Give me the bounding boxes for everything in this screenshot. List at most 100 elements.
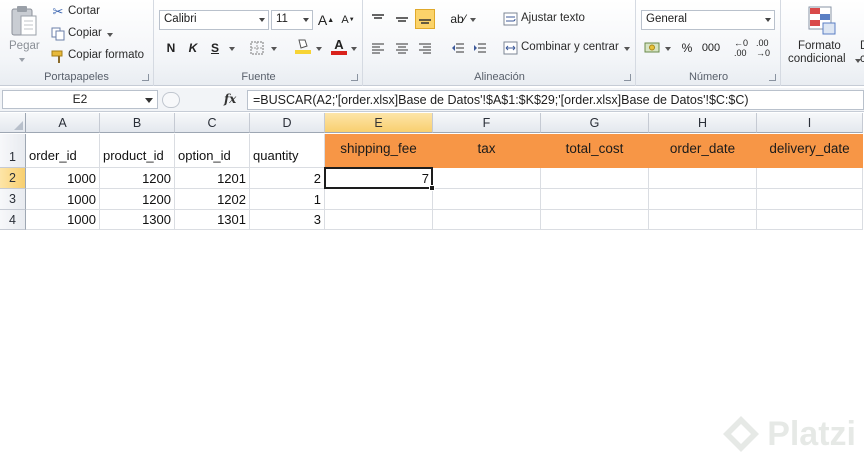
grow-font-icon[interactable]: A ▲: [316, 10, 336, 30]
header-cell-order-date[interactable]: order_date: [649, 134, 757, 168]
column-header-e[interactable]: E: [325, 113, 433, 133]
row-header-3[interactable]: 3: [0, 189, 26, 210]
column-header-g[interactable]: G: [541, 113, 649, 133]
fill-color-dropdown-icon[interactable]: [316, 47, 322, 51]
align-top-icon[interactable]: [368, 9, 388, 29]
cell-c4[interactable]: 1301: [175, 210, 250, 230]
paste-button[interactable]: Pegar: [9, 40, 40, 52]
font-size-select[interactable]: 11: [271, 10, 313, 30]
font-launcher-icon[interactable]: [351, 74, 358, 81]
fill-handle[interactable]: [429, 185, 435, 191]
column-header-f[interactable]: F: [433, 113, 541, 133]
fill-color-icon[interactable]: [293, 36, 313, 56]
row-header-1[interactable]: 1: [0, 134, 26, 168]
cell-h2[interactable]: [649, 168, 757, 189]
row-header-2[interactable]: 2: [0, 168, 26, 189]
column-header-a[interactable]: A: [26, 113, 100, 133]
splitter-handle[interactable]: [162, 92, 180, 108]
decrease-decimal-icon[interactable]: .00 →0: [753, 38, 773, 58]
cell-d3[interactable]: 1: [250, 189, 325, 210]
orientation-icon[interactable]: ab⁄: [448, 9, 468, 29]
font-color-icon[interactable]: A: [329, 36, 349, 56]
cell-h4[interactable]: [649, 210, 757, 230]
underline-button[interactable]: S: [205, 38, 225, 58]
alignment-launcher-icon[interactable]: [624, 74, 631, 81]
header-cell-delivery-date[interactable]: delivery_date: [757, 134, 863, 168]
cell-f3[interactable]: [433, 189, 541, 210]
cell-g2[interactable]: [541, 168, 649, 189]
orientation-dropdown-icon[interactable]: [470, 18, 476, 22]
copy-button[interactable]: Copiar: [68, 27, 102, 39]
borders-dropdown-icon[interactable]: [271, 47, 277, 51]
italic-button[interactable]: K: [183, 38, 203, 58]
conditional-format-label-1[interactable]: Formato: [798, 40, 841, 52]
number-format-select[interactable]: General: [641, 10, 775, 30]
thousands-button[interactable]: 000: [699, 38, 723, 58]
decrease-indent-icon[interactable]: [448, 38, 468, 58]
merge-center-button[interactable]: Combinar y centrar: [521, 41, 619, 53]
align-bottom-icon[interactable]: [415, 9, 435, 29]
column-header-i[interactable]: I: [757, 113, 863, 133]
cell-i3[interactable]: [757, 189, 863, 210]
align-center-icon[interactable]: [392, 38, 412, 58]
currency-dropdown-icon[interactable]: [665, 47, 671, 51]
formula-input[interactable]: =BUSCAR(A2;'[order.xlsx]Base de Datos'!$…: [247, 90, 864, 110]
increase-indent-icon[interactable]: [470, 38, 490, 58]
wrap-text-button[interactable]: Ajustar texto: [521, 12, 585, 24]
header-cell-order-id[interactable]: order_id: [26, 134, 100, 168]
cell-f4[interactable]: [433, 210, 541, 230]
format-painter-button[interactable]: Copiar formato: [68, 49, 144, 61]
format-as-table-label-cut-2[interactable]: c: [860, 53, 864, 65]
header-cell-total-cost[interactable]: total_cost: [541, 134, 649, 168]
column-header-b[interactable]: B: [100, 113, 175, 133]
align-left-icon[interactable]: [368, 38, 388, 58]
clipboard-launcher-icon[interactable]: [142, 74, 149, 81]
font-name-select[interactable]: Calibri: [159, 10, 269, 30]
cell-h3[interactable]: [649, 189, 757, 210]
cell-c2[interactable]: 1201: [175, 168, 250, 189]
cell-f2[interactable]: [433, 168, 541, 189]
underline-dropdown-icon[interactable]: [229, 47, 235, 51]
copy-dropdown-icon[interactable]: [107, 33, 113, 37]
column-header-h[interactable]: H: [649, 113, 757, 133]
cell-d4[interactable]: 3: [250, 210, 325, 230]
conditional-format-label-2[interactable]: condicional: [788, 53, 846, 65]
cell-i4[interactable]: [757, 210, 863, 230]
cell-g4[interactable]: [541, 210, 649, 230]
column-header-c[interactable]: C: [175, 113, 250, 133]
paste-icon[interactable]: [8, 4, 40, 38]
cell-b4[interactable]: 1300: [100, 210, 175, 230]
number-launcher-icon[interactable]: [769, 74, 776, 81]
cell-b3[interactable]: 1200: [100, 189, 175, 210]
header-cell-option-id[interactable]: option_id: [175, 134, 250, 168]
cell-g3[interactable]: [541, 189, 649, 210]
font-color-dropdown-icon[interactable]: [351, 47, 357, 51]
cell-e3[interactable]: [325, 189, 433, 210]
align-right-icon[interactable]: [415, 38, 435, 58]
cell-e4[interactable]: [325, 210, 433, 230]
borders-icon[interactable]: [247, 38, 267, 58]
select-all-button[interactable]: [0, 113, 26, 133]
header-cell-product-id[interactable]: product_id: [100, 134, 175, 168]
header-cell-quantity[interactable]: quantity: [250, 134, 325, 168]
name-box[interactable]: E2: [2, 90, 158, 109]
increase-decimal-icon[interactable]: ←0.00: [731, 38, 751, 58]
cut-button[interactable]: Cortar: [68, 5, 100, 17]
conditional-format-icon[interactable]: [806, 4, 838, 36]
paste-dropdown-icon[interactable]: [19, 58, 25, 62]
currency-icon[interactable]: [643, 39, 663, 57]
percent-button[interactable]: %: [677, 38, 697, 58]
cell-c3[interactable]: 1202: [175, 189, 250, 210]
header-cell-tax[interactable]: tax: [433, 134, 541, 168]
insert-function-button[interactable]: fx: [224, 92, 236, 106]
cell-d2[interactable]: 2: [250, 168, 325, 189]
column-header-d[interactable]: D: [250, 113, 325, 133]
merge-center-dropdown-icon[interactable]: [624, 47, 630, 51]
cell-a2[interactable]: 1000: [26, 168, 100, 189]
align-middle-icon[interactable]: [392, 9, 412, 29]
shrink-font-icon[interactable]: A ▼: [338, 10, 358, 30]
format-as-table-label-cut[interactable]: D: [860, 40, 864, 52]
row-header-4[interactable]: 4: [0, 210, 26, 230]
bold-button[interactable]: N: [161, 38, 181, 58]
cell-i2[interactable]: [757, 168, 863, 189]
